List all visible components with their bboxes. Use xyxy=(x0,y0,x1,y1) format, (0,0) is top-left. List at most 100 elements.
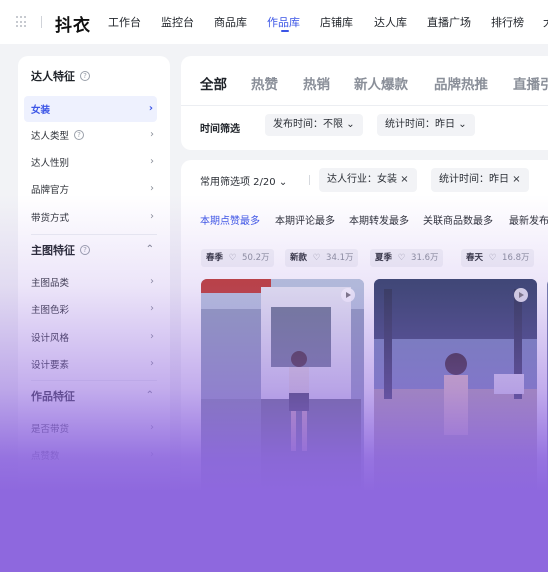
sort-most-likes[interactable]: 本期点赞最多 xyxy=(200,212,260,227)
sidebar-item-influencer-type[interactable]: 达人类型 ? › xyxy=(18,122,170,148)
sidebar-item-womenswear[interactable]: 女装 › xyxy=(24,96,157,122)
tab-all[interactable]: 全部 xyxy=(200,73,227,93)
sidebar-item-label: 女装 xyxy=(31,105,51,116)
sidebar-item-label: 设计风格 xyxy=(31,333,70,344)
sidebar-item-label: 品牌官方 xyxy=(31,185,70,196)
sidebar-item-sales-method[interactable]: 带货方式 › xyxy=(18,204,170,230)
chevron-right-icon: › xyxy=(148,103,153,114)
chevron-right-icon: › xyxy=(150,358,154,369)
help-icon[interactable]: ? xyxy=(74,130,85,140)
nav-item-more[interactable]: 大 xyxy=(543,14,548,30)
chip-label: 统计时间：昨日 xyxy=(439,174,509,185)
filter-chip-industry: 达人行业：女装 × xyxy=(319,168,417,192)
sidebar-item-influencer-gender[interactable]: 达人性别 › xyxy=(18,149,170,175)
like-icon: ♡ xyxy=(228,253,237,263)
keyword-chip[interactable]: 春季 ♡ 50.2万 xyxy=(201,249,275,267)
sort-most-products[interactable]: 关联商品数最多 xyxy=(423,212,493,227)
time-filter-label: 时间筛选 xyxy=(200,124,240,135)
sidebar-item-likes[interactable]: 点赞数 › xyxy=(18,442,170,468)
sort-most-shares[interactable]: 本期转发最多 xyxy=(349,212,409,227)
nav-item-ranking[interactable]: 排行榜 xyxy=(491,14,524,30)
sidebar-item-label: 带货方式 xyxy=(31,213,70,224)
keyword-word: 夏季 xyxy=(375,253,393,263)
tab-new-bestsellers[interactable]: 新人爆款 xyxy=(354,73,408,93)
sidebar-item-image-color[interactable]: 主图色彩 › xyxy=(18,296,170,322)
keyword-word: 新款 xyxy=(290,253,308,263)
sort-most-comments[interactable]: 本期评论最多 xyxy=(275,212,335,227)
sidebar-item-brand-official[interactable]: 品牌官方 › xyxy=(18,176,170,202)
common-filters-dropdown[interactable]: 常用筛选项 2/20 ⌄ xyxy=(200,173,287,188)
publish-time-select[interactable]: 发布时间：不限 ⌄ xyxy=(265,114,363,136)
keyword-chip[interactable]: 春天 ♡ 16.8万 xyxy=(461,249,535,267)
chevron-right-icon: › xyxy=(150,422,154,433)
chevron-down-icon: ⌄ xyxy=(458,119,467,130)
like-icon: ♡ xyxy=(488,253,497,263)
sidebar-item-label: 点赞数 xyxy=(31,451,60,462)
play-icon xyxy=(514,288,528,302)
logo[interactable]: 抖衣 xyxy=(55,11,91,36)
select-value: 统计时间：昨日 xyxy=(385,119,455,130)
select-value: 发布时间：不限 xyxy=(273,119,343,130)
sidebar-item-image-category[interactable]: 主图品类 › xyxy=(18,269,170,295)
section-header-works[interactable]: 作品特征 ⌃ xyxy=(18,383,170,409)
section-header-influencer[interactable]: 达人特征 ? xyxy=(18,63,170,89)
nav-item-live[interactable]: 直播广场 xyxy=(427,14,471,30)
video-card[interactable] xyxy=(374,279,537,572)
chevron-right-icon: › xyxy=(150,303,154,314)
section-divider xyxy=(31,234,157,235)
chevron-right-icon: › xyxy=(150,183,154,194)
like-icon: ♡ xyxy=(397,253,406,263)
close-icon[interactable]: × xyxy=(400,174,408,185)
tab-hot-likes[interactable]: 热赞 xyxy=(251,73,278,93)
sort-latest[interactable]: 最新发布 xyxy=(509,212,548,227)
tab-brand-promo[interactable]: 品牌热推 xyxy=(434,73,488,93)
keyword-chip[interactable]: 夏季 ♡ 31.6万 xyxy=(370,249,444,267)
section-header-image[interactable]: 主图特征 ? ⌃ xyxy=(18,237,170,263)
nav-item-workbench[interactable]: 工作台 xyxy=(108,14,141,30)
sidebar-item-design-style[interactable]: 设计风格 › xyxy=(18,324,170,350)
keyword-count: 31.6万 xyxy=(411,253,439,263)
app-grid-icon[interactable] xyxy=(16,16,28,28)
keyword-chip[interactable]: 新款 ♡ 34.1万 xyxy=(285,249,359,267)
video-thumbnail xyxy=(201,279,364,572)
tab-live[interactable]: 直播引 xyxy=(513,73,548,93)
nav-item-monitor[interactable]: 监控台 xyxy=(161,14,194,30)
common-filters-label: 常用筛选项 2/20 xyxy=(200,177,276,188)
stat-time-select[interactable]: 统计时间：昨日 ⌄ xyxy=(377,114,475,136)
nav-item-influencers[interactable]: 达人库 xyxy=(374,14,407,30)
chip-label: 达人行业：女装 xyxy=(327,174,397,185)
chevron-down-icon: ⌄ xyxy=(278,177,288,188)
nav-item-products[interactable]: 商品库 xyxy=(214,14,247,30)
section-title: 主图特征 xyxy=(31,244,75,257)
nav-divider xyxy=(41,16,42,28)
chevron-right-icon: › xyxy=(150,331,154,342)
works-list-card: 常用筛选项 2/20 ⌄ 达人行业：女装 × 统计时间：昨日 × 本期点赞最多 … xyxy=(181,160,548,572)
tab-hot-sales[interactable]: 热销 xyxy=(303,73,330,93)
like-icon: ♡ xyxy=(312,253,321,263)
chevron-right-icon: › xyxy=(150,211,154,222)
chevron-right-icon: › xyxy=(150,276,154,287)
keyword-word: 春季 xyxy=(206,253,224,263)
keyword-count: 16.8万 xyxy=(502,253,530,263)
chevron-right-icon: › xyxy=(150,129,154,140)
nav-active-indicator xyxy=(281,30,289,32)
nav-item-shops[interactable]: 店铺库 xyxy=(320,14,353,30)
help-icon[interactable]: ? xyxy=(80,245,90,255)
video-card[interactable] xyxy=(201,279,364,572)
section-divider xyxy=(31,380,157,381)
sidebar-item-label: 主图色彩 xyxy=(31,305,70,316)
sidebar-item-has-products[interactable]: 是否带货 › xyxy=(18,415,170,441)
section-title: 作品特征 xyxy=(31,390,75,403)
sidebar-item-design-elements[interactable]: 设计要素 › xyxy=(18,351,170,377)
category-tabs-card: 全部 热赞 热销 新人爆款 品牌热推 直播引 时间筛选 发布时间：不限 ⌄ 统计… xyxy=(181,56,548,150)
nav-item-works[interactable]: 作品库 xyxy=(267,14,300,30)
close-icon[interactable]: × xyxy=(512,174,520,185)
chevron-down-icon: ⌄ xyxy=(346,119,355,130)
chevron-right-icon: › xyxy=(150,449,154,460)
section-title: 达人特征 xyxy=(31,70,75,83)
chevron-up-icon: ⌃ xyxy=(145,244,154,255)
video-thumbnail xyxy=(374,279,537,572)
sidebar-item-label: 达人类型 xyxy=(31,131,70,142)
help-icon[interactable]: ? xyxy=(80,71,90,81)
play-icon xyxy=(341,288,355,302)
